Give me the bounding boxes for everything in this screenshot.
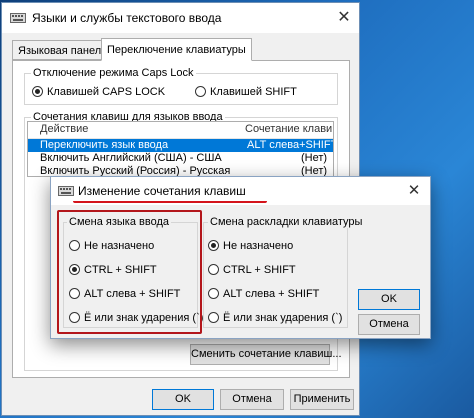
radio-shift-key[interactable]: Клавишей SHIFT xyxy=(195,85,297,99)
ok-button[interactable]: OK xyxy=(152,389,214,410)
radio-unchecked-icon xyxy=(208,312,219,323)
close-icon[interactable]: ✕ xyxy=(333,8,355,28)
keyboard-app-icon xyxy=(58,186,74,196)
list-header: Действие Сочетание клавиш xyxy=(28,122,333,139)
radio-layout-ctrl-shift[interactable]: CTRL + SHIFT xyxy=(208,263,296,277)
annotation-highlight-box xyxy=(57,210,202,334)
hotkeys-list[interactable]: Действие Сочетание клавиш Переключить яз… xyxy=(27,121,334,177)
radio-unchecked-icon xyxy=(195,86,206,97)
cancel-button[interactable]: Отмена xyxy=(220,389,284,410)
dialog-cancel-button[interactable]: Отмена xyxy=(358,314,420,335)
change-hotkey-dialog: Изменение сочетания клавиш ✕ Смена языка… xyxy=(50,176,431,339)
dialog-ok-button[interactable]: OK xyxy=(358,289,420,310)
annotation-underline xyxy=(73,201,267,203)
apply-button[interactable]: Применить xyxy=(290,389,354,410)
window-title: Языки и службы текстового ввода xyxy=(32,11,222,25)
radio-unchecked-icon xyxy=(208,264,219,275)
column-action[interactable]: Действие xyxy=(40,123,88,135)
radio-layout-grave[interactable]: Ё или знак ударения (`) xyxy=(208,311,342,325)
capslock-group-label: Отключение режима Caps Lock xyxy=(31,67,196,79)
radio-unchecked-icon xyxy=(208,288,219,299)
list-item[interactable]: Переключить язык ввода ALT слева+SHIFT xyxy=(28,139,333,152)
keyboard-app-icon xyxy=(10,13,26,23)
change-hotkey-button[interactable]: Сменить сочетание клавиш... xyxy=(190,344,342,365)
radio-layout-alt-shift[interactable]: ALT слева + SHIFT xyxy=(208,287,319,301)
column-keys[interactable]: Сочетание клавиш xyxy=(245,123,333,135)
layout-label: Смена раскладки клавиатуры xyxy=(208,216,365,228)
radio-capslock-key[interactable]: Клавишей CAPS LOCK xyxy=(32,85,165,99)
radio-checked-icon xyxy=(208,240,219,251)
tab-keyboard-switching[interactable]: Переключение клавиатуры xyxy=(101,38,252,61)
radio-checked-icon xyxy=(32,86,43,97)
window-titlebar: Языки и службы текстового ввода ✕ xyxy=(2,3,359,33)
close-icon[interactable]: ✕ xyxy=(404,181,424,201)
radio-layout-none[interactable]: Не назначено xyxy=(208,239,293,253)
list-item[interactable]: Включить Английский (США) - США (Нет) xyxy=(28,152,333,165)
dialog-title: Изменение сочетания клавиш xyxy=(78,184,246,198)
tab-language-bar[interactable]: Языковая панель xyxy=(12,40,113,60)
dialog-titlebar: Изменение сочетания клавиш ✕ xyxy=(51,177,430,205)
